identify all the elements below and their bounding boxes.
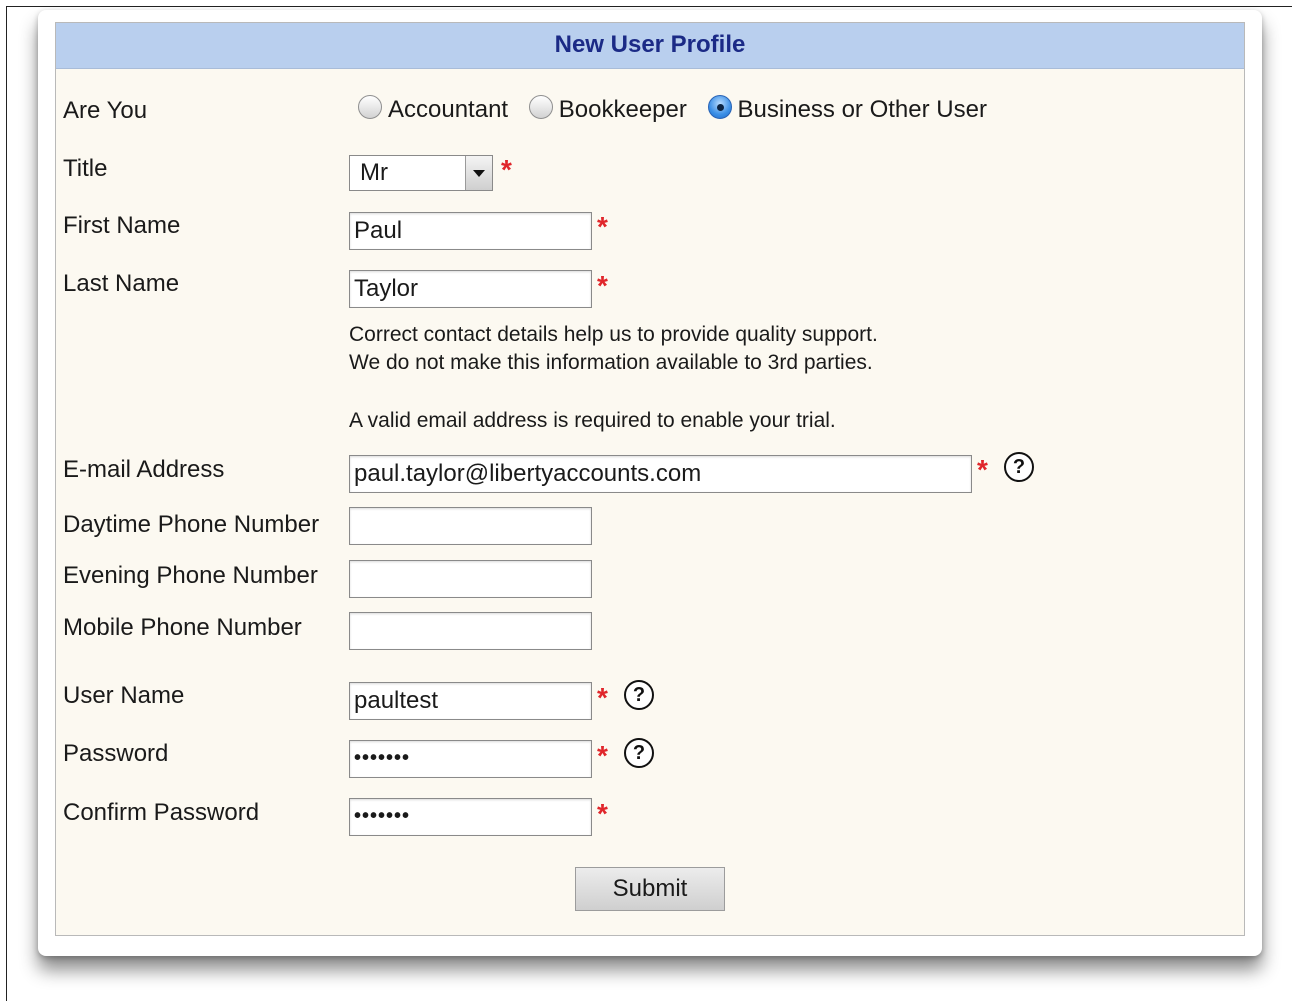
mobile-phone-label: Mobile Phone Number	[63, 614, 302, 641]
username-required-asterisk-icon: *	[597, 682, 608, 713]
password-help-icon[interactable]: ?	[624, 738, 654, 768]
panel-title: New User Profile	[56, 23, 1244, 69]
email-requirement-note: A valid email address is required to ena…	[349, 409, 836, 432]
last-name-input[interactable]: Taylor	[349, 270, 592, 308]
radio-business-selected[interactable]	[707, 95, 732, 119]
email-label: E-mail Address	[63, 456, 225, 483]
daytime-phone-label: Daytime Phone Number	[63, 511, 320, 538]
password-input[interactable]: •••••••	[349, 740, 592, 778]
email-help-icon[interactable]: ?	[1004, 452, 1034, 482]
evening-phone-input[interactable]	[349, 560, 592, 598]
username-label: User Name	[63, 682, 185, 709]
confirm-password-input[interactable]: •••••••	[349, 798, 592, 836]
frame-border-left	[6, 6, 7, 1001]
confirm-password-label: Confirm Password	[63, 799, 260, 826]
radio-accountant-label: Accountant	[388, 96, 509, 123]
radio-accountant[interactable]	[358, 95, 382, 119]
radio-bookkeeper[interactable]	[528, 95, 553, 119]
email-required-asterisk-icon: *	[977, 454, 988, 485]
role-option-bookkeeper[interactable]: Bookkeeper	[528, 95, 687, 124]
daytime-phone-input[interactable]	[349, 507, 592, 545]
role-label: Are You	[63, 97, 148, 124]
last-name-required-asterisk-icon: *	[597, 270, 608, 301]
role-option-business[interactable]: Business or Other User	[707, 95, 987, 124]
title-select-value: Mr	[360, 159, 388, 186]
frame-border-top	[6, 6, 1292, 7]
role-radio-group: Accountant Bookkeeper Business or Other …	[358, 95, 1001, 136]
first-name-input[interactable]: Paul	[349, 212, 592, 250]
last-name-label: Last Name	[63, 270, 180, 297]
first-name-label: First Name	[63, 212, 181, 239]
username-input[interactable]: paultest	[349, 682, 592, 720]
confirm-password-required-asterisk-icon: *	[597, 798, 608, 829]
radio-bookkeeper-label: Bookkeeper	[558, 96, 687, 123]
password-required-asterisk-icon: *	[597, 740, 608, 771]
title-required-asterisk-icon: *	[501, 154, 512, 185]
chevron-down-icon[interactable]	[465, 156, 492, 190]
evening-phone-label: Evening Phone Number	[63, 562, 318, 589]
title-label: Title	[63, 155, 108, 182]
username-help-icon[interactable]: ?	[624, 680, 654, 710]
contact-note-line1: Correct contact details help us to provi…	[349, 323, 878, 346]
password-label: Password	[63, 740, 169, 767]
email-input[interactable]: paul.taylor@libertyaccounts.com	[349, 455, 972, 493]
role-option-accountant[interactable]: Accountant	[358, 95, 509, 124]
first-name-required-asterisk-icon: *	[597, 211, 608, 242]
contact-note-line2: We do not make this information availabl…	[349, 351, 873, 374]
title-select[interactable]: Mr	[349, 155, 493, 191]
mobile-phone-input[interactable]	[349, 612, 592, 650]
submit-button[interactable]: Submit	[575, 867, 725, 911]
radio-business-label: Business or Other User	[737, 96, 987, 123]
